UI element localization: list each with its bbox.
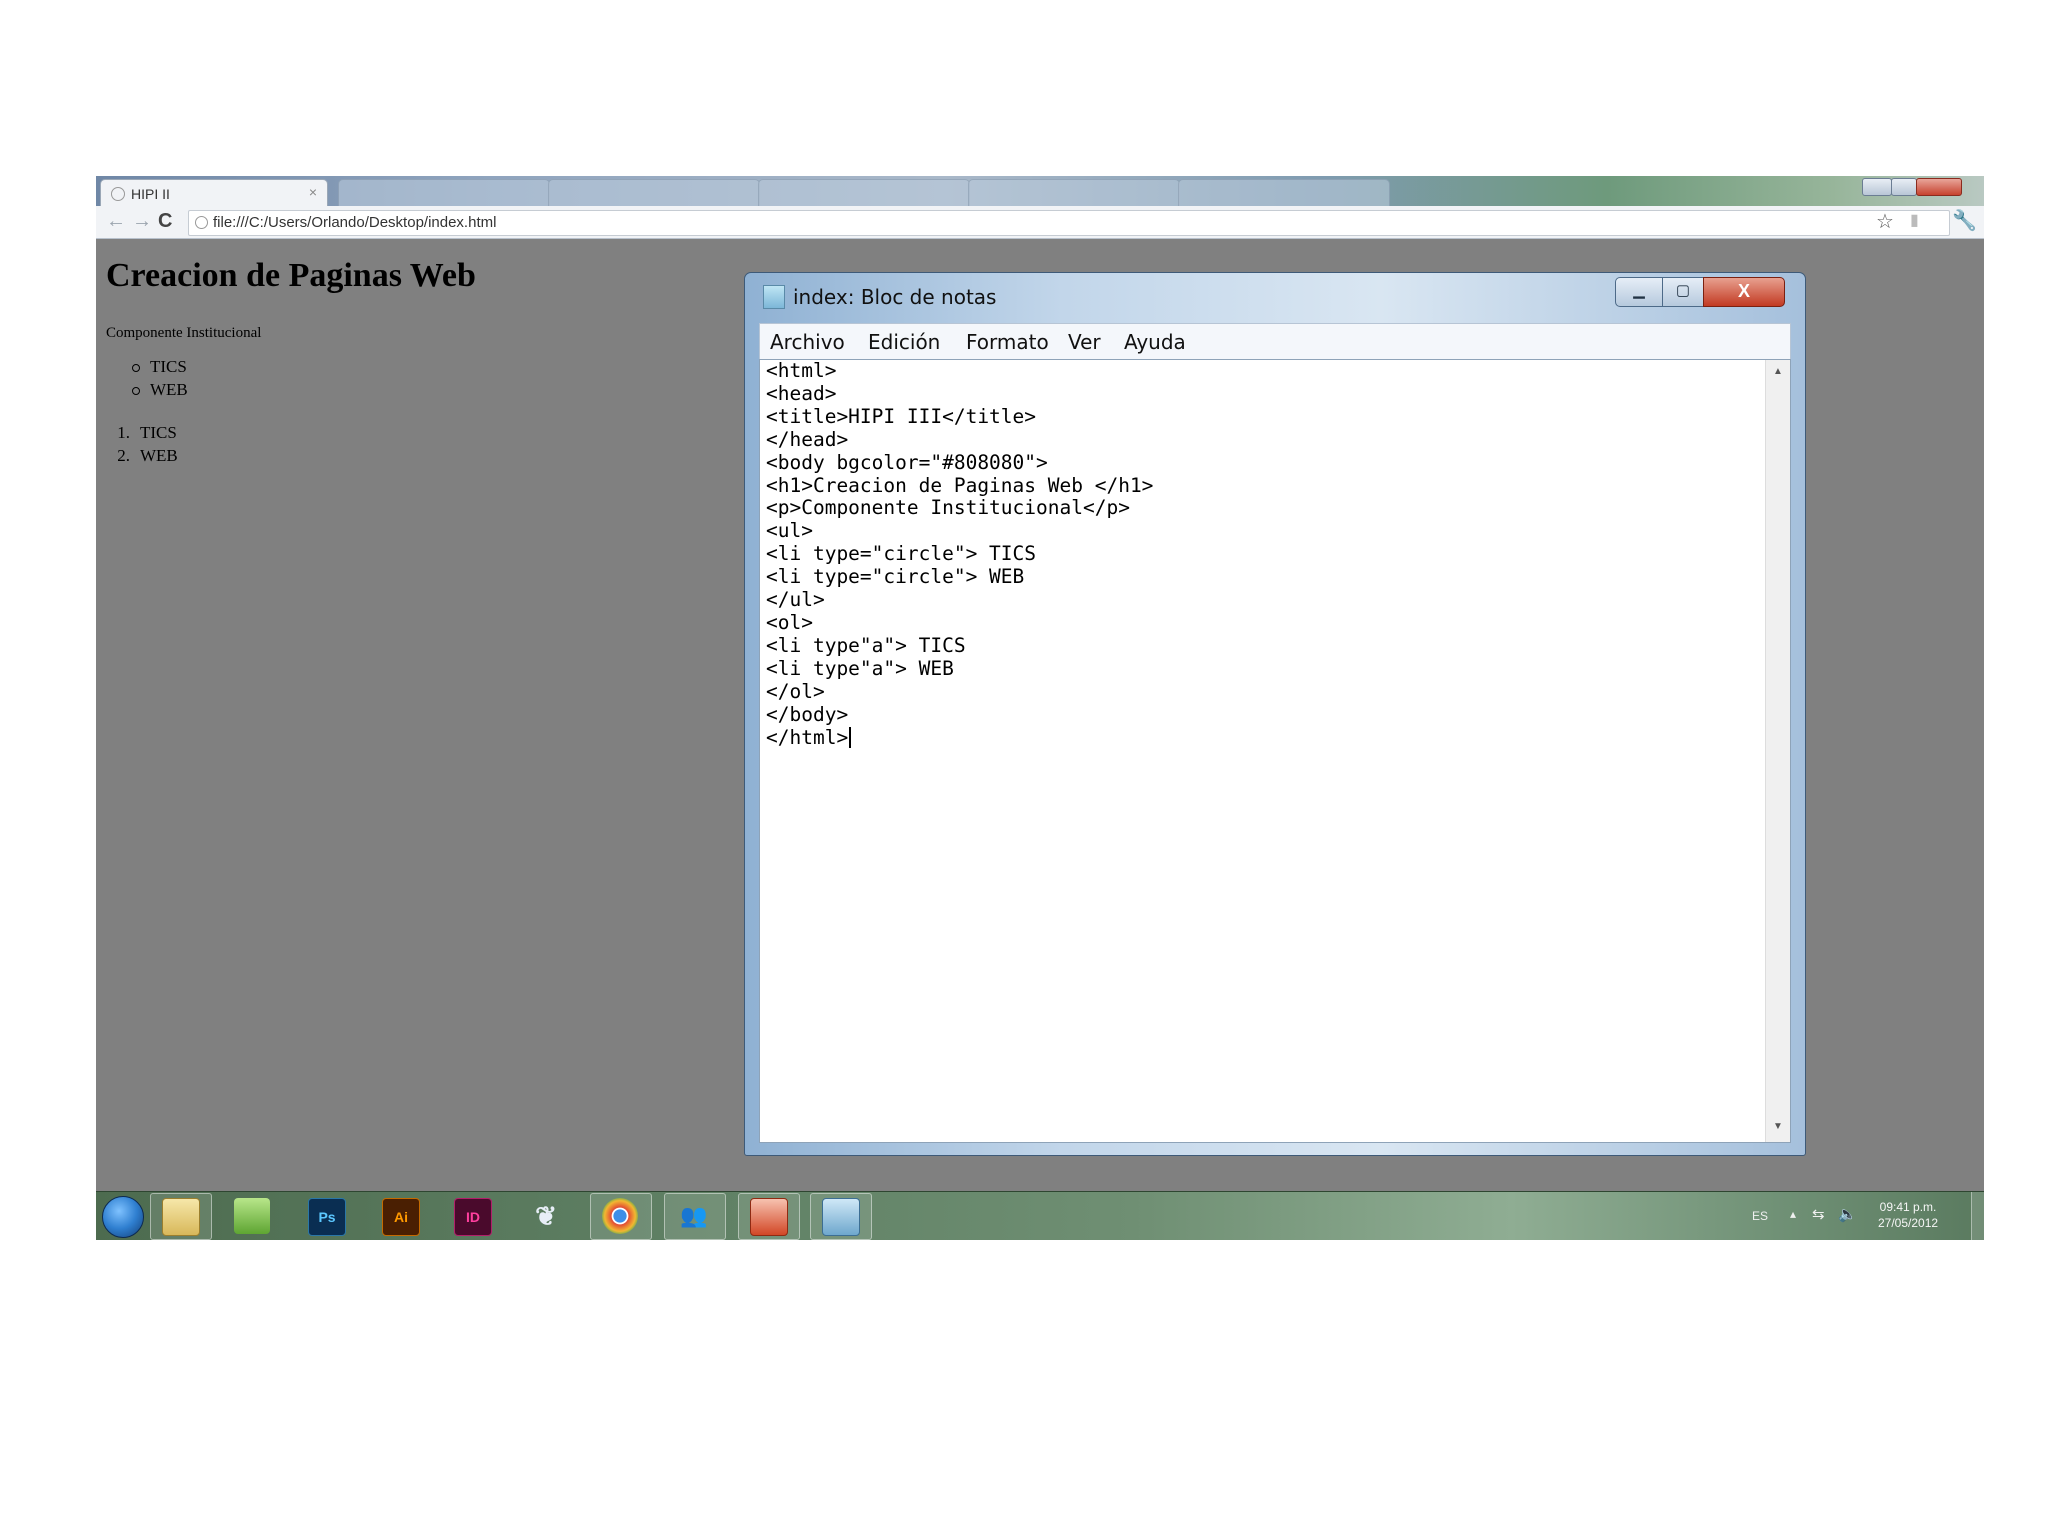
bookmark-star-icon[interactable]: ☆ [1876,209,1894,234]
menu-ayuda[interactable]: Ayuda [1124,330,1186,354]
url-text[interactable]: file:///C:/Users/Orlando/Desktop/index.h… [213,214,496,231]
tab-close-icon[interactable]: × [309,184,317,200]
scroll-up-arrow-icon[interactable]: ▲ [1773,366,1783,377]
menu-formato[interactable]: Formato [966,330,1049,354]
browser-tab[interactable] [758,179,970,207]
list-text: TICS [140,423,177,442]
notepad-text[interactable]: <html> <head> <title>HIPI III</title> </… [766,359,1153,749]
notepad-menu-bar: Archivo Edición Formato Ver Ayuda [759,323,1791,360]
page-favicon-icon [111,187,125,201]
browser-toolbar: ← → C file:///C:/Users/Orlando/Desktop/i… [96,206,1984,239]
tray-expand-icon[interactable]: ▴ [1790,1207,1796,1221]
screen: HIPI II × ← → C file:///C:/Users/Orlando… [96,176,1984,1240]
browser-tab[interactable] [338,179,550,207]
back-arrow-icon[interactable]: ← [106,210,126,233]
notepad-title-bar[interactable]: index: Bloc de notas ▁ ▢ X [745,273,1805,315]
scroll-down-arrow-icon[interactable]: ▼ [1773,1121,1783,1132]
browser-maximize-button[interactable] [1891,178,1917,196]
clock-time: 09:41 p.m. [1879,1200,1937,1214]
page-action-icon[interactable]: ▮ [1910,210,1919,230]
language-indicator[interactable]: ES [1752,1209,1768,1223]
taskbar: Ps Ai ID ❦ 👥 ES ▴ ⇆ 🔈 09:41 p.m. 27/05/2… [96,1191,1984,1240]
network-icon[interactable]: ⇆ [1812,1205,1825,1223]
close-button[interactable]: X [1703,277,1785,307]
page-heading: Creacion de Paginas Web [106,257,476,294]
feather-icon[interactable]: ❦ [528,1198,564,1234]
browser-tab[interactable] [968,179,1180,207]
browser-tab-active[interactable]: HIPI II × [100,179,328,207]
browser-tab[interactable] [548,179,760,207]
browser-tab[interactable] [1178,179,1390,207]
vertical-scrollbar[interactable]: ▲ ▼ [1765,360,1790,1142]
notepad-text-area[interactable]: <html> <head> <title>HIPI III</title> </… [759,359,1791,1143]
list-number: 2. [117,446,130,465]
start-button[interactable] [102,1196,144,1238]
notepad-title: index: Bloc de notas [793,285,997,309]
bullet-list: TICS WEB [106,357,188,403]
bullet-list-item: WEB [132,380,188,403]
minimize-button[interactable]: ▁ [1615,277,1663,307]
numbered-list-item: 2. WEB [106,446,178,469]
numbered-list-item: 1. TICS [106,423,178,446]
tab-title: HIPI II [131,186,170,202]
window-controls: ▁ ▢ X [1615,277,1795,307]
menu-ver[interactable]: Ver [1068,330,1101,354]
photoshop-icon[interactable]: Ps [308,1198,346,1236]
forward-arrow-icon[interactable]: → [132,210,152,233]
text-caret [849,726,852,748]
volume-icon[interactable]: 🔈 [1838,1205,1857,1223]
evernote-icon[interactable] [234,1198,270,1234]
indesign-icon[interactable]: ID [454,1198,492,1236]
list-number: 1. [117,423,130,442]
list-text: WEB [140,446,178,465]
menu-edicion[interactable]: Edición [868,330,940,354]
illustrator-icon[interactable]: Ai [382,1198,420,1236]
wrench-menu-icon[interactable]: 🔧 [1952,208,1977,233]
numbered-list: 1. TICS 2. WEB [106,423,178,469]
notepad-icon [763,285,785,309]
bullet-list-item: TICS [132,357,188,380]
browser-tab-strip: HIPI II × [96,176,1984,207]
show-desktop-button[interactable] [1971,1192,1984,1240]
menu-archivo[interactable]: Archivo [770,330,845,354]
chrome-icon[interactable] [602,1198,638,1234]
notepad-window[interactable]: index: Bloc de notas ▁ ▢ X Archivo Edici… [744,272,1806,1156]
people-icon[interactable]: 👥 [676,1198,712,1234]
notepad-taskbar-icon[interactable] [822,1198,860,1236]
page-icon [195,216,208,229]
reload-icon[interactable]: C [158,210,172,233]
browser-close-button[interactable] [1916,178,1962,196]
windows-explorer-icon[interactable] [162,1198,200,1236]
address-bar[interactable]: file:///C:/Users/Orlando/Desktop/index.h… [188,210,1950,236]
clock[interactable]: 09:41 p.m. 27/05/2012 [1878,1199,1938,1231]
browser-minimize-button[interactable] [1862,178,1892,196]
maximize-button[interactable]: ▢ [1662,277,1704,307]
clock-date: 27/05/2012 [1878,1216,1939,1230]
page-paragraph: Componente Institucional [106,325,262,341]
powerpoint-icon[interactable] [750,1198,788,1236]
notepad-content[interactable]: <html> <head> <title>HIPI III</title> </… [766,359,1153,749]
